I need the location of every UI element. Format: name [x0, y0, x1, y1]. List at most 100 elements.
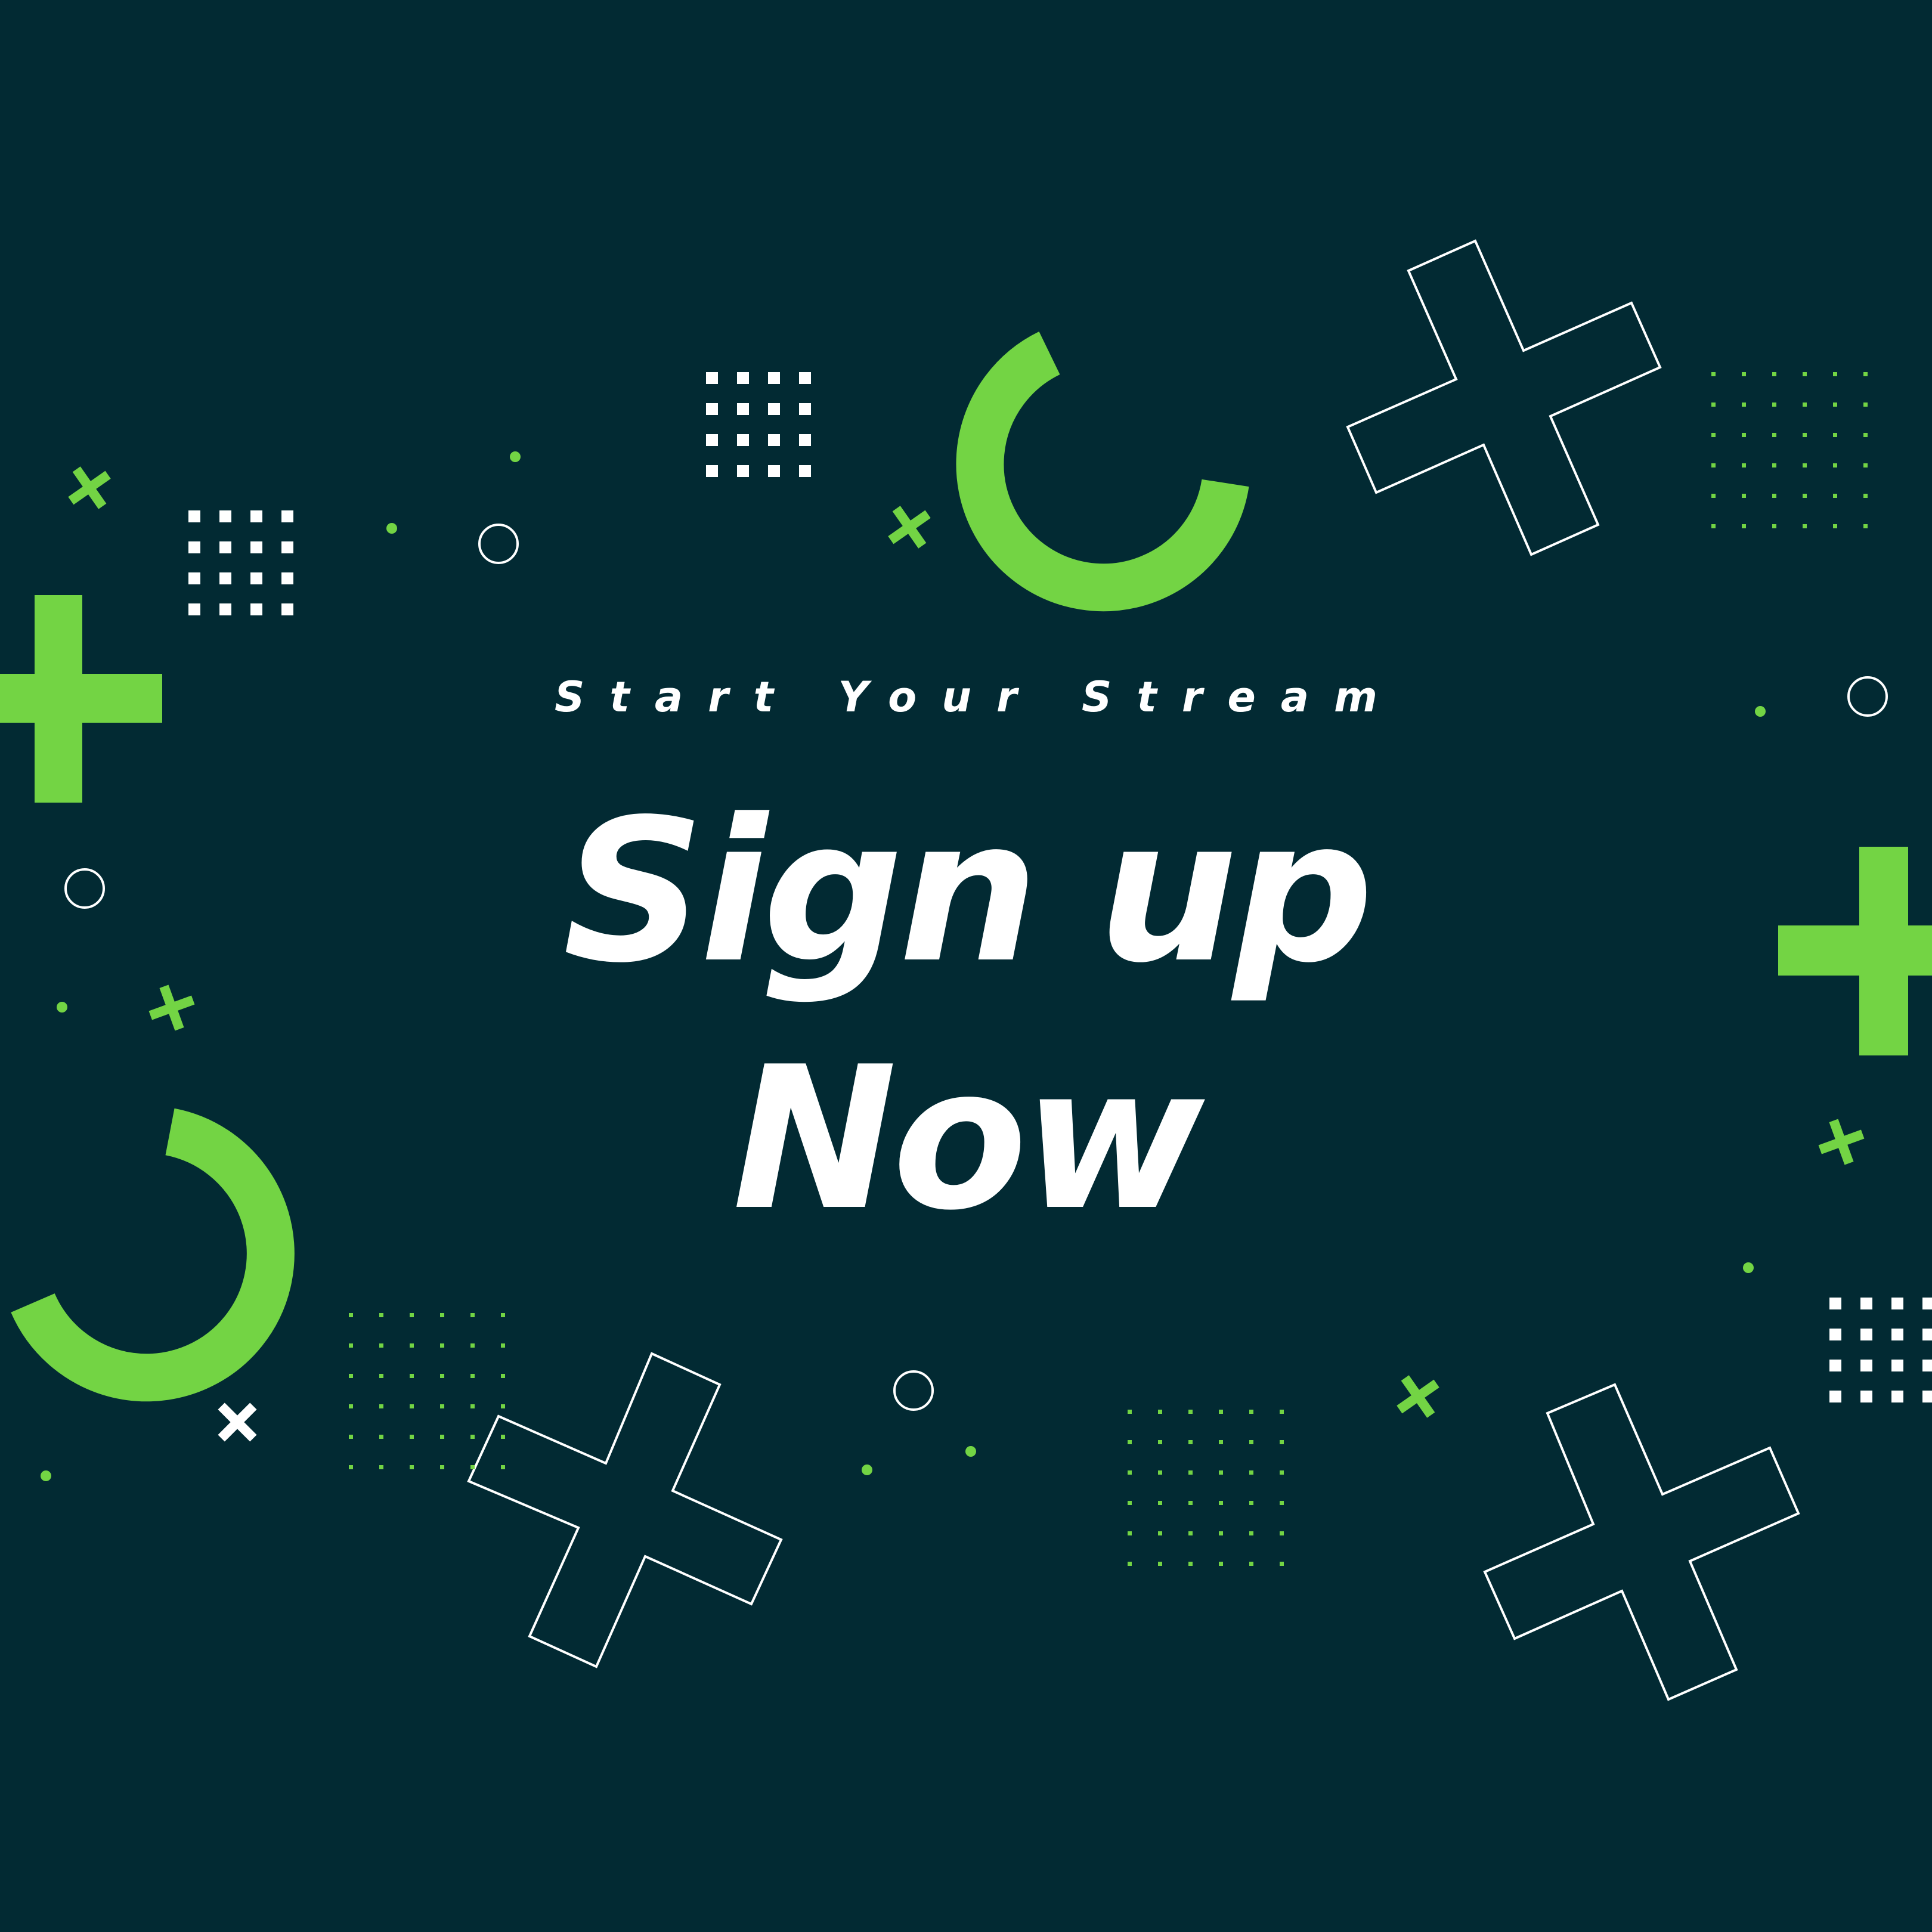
grid-dot — [1863, 463, 1868, 467]
grid-dot — [1711, 402, 1716, 407]
dot-icon — [386, 523, 397, 534]
grid-dot — [1772, 433, 1776, 437]
grid-dot — [1280, 1501, 1284, 1505]
grid-dot — [440, 1465, 444, 1469]
grid-square — [799, 434, 811, 446]
grid-dot — [1249, 1501, 1253, 1505]
grid-dot — [1803, 433, 1807, 437]
grid-dot — [410, 1374, 414, 1378]
grid-square — [706, 372, 718, 384]
grid-dot — [440, 1313, 444, 1317]
outline-cross-icon — [1346, 239, 1662, 556]
grid-dot — [1863, 494, 1868, 498]
grid-dot — [349, 1313, 353, 1317]
grid-dot — [1772, 402, 1776, 407]
grid-dot — [1280, 1470, 1284, 1475]
grid-square — [706, 465, 718, 477]
dot-grid-icon — [349, 1313, 505, 1469]
grid-dot — [470, 1374, 475, 1378]
grid-dot — [1863, 433, 1868, 437]
grid-square — [219, 541, 231, 553]
dot-icon — [1743, 1262, 1754, 1273]
grid-square — [219, 572, 231, 584]
grid-square — [1829, 1298, 1841, 1309]
x-mark-icon — [68, 466, 111, 509]
ring-icon — [893, 1370, 934, 1411]
grid-dot — [379, 1404, 383, 1408]
grid-dot — [501, 1313, 505, 1317]
grid-dot — [1742, 433, 1746, 437]
grid-dot — [1249, 1470, 1253, 1475]
grid-dot — [1742, 402, 1746, 407]
grid-dot — [1128, 1410, 1132, 1414]
grid-square — [1860, 1298, 1872, 1309]
grid-dot — [1772, 372, 1776, 376]
grid-square — [281, 572, 293, 584]
grid-square — [281, 603, 293, 615]
grid-dot — [379, 1465, 383, 1469]
grid-dot — [349, 1404, 353, 1408]
grid-square — [799, 372, 811, 384]
plus-icon — [1778, 847, 1932, 1055]
grid-dot — [1219, 1531, 1223, 1535]
grid-dot — [1158, 1531, 1162, 1535]
grid-dot — [1219, 1562, 1223, 1566]
grid-dot — [1280, 1531, 1284, 1535]
grid-dot — [1249, 1440, 1253, 1444]
grid-square — [1922, 1360, 1932, 1371]
grid-square — [250, 572, 262, 584]
grid-square — [281, 541, 293, 553]
grid-dot — [1711, 524, 1716, 528]
grid-square — [1922, 1391, 1932, 1402]
grid-square — [250, 603, 262, 615]
grid-dot — [349, 1435, 353, 1439]
grid-dot — [1188, 1501, 1193, 1505]
dot-icon — [1755, 706, 1766, 717]
grid-square — [706, 434, 718, 446]
grid-dot — [1219, 1440, 1223, 1444]
grid-dot — [1833, 494, 1837, 498]
grid-dot — [1833, 402, 1837, 407]
arc-icon — [11, 1108, 295, 1402]
grid-dot — [470, 1404, 475, 1408]
grid-square — [799, 465, 811, 477]
grid-dot — [1158, 1410, 1162, 1414]
grid-dot — [1128, 1562, 1132, 1566]
grid-square — [1891, 1360, 1903, 1371]
grid-square — [188, 510, 200, 522]
grid-dot — [440, 1404, 444, 1408]
grid-dot — [1128, 1501, 1132, 1505]
grid-dot — [1249, 1562, 1253, 1566]
ring-icon — [478, 524, 519, 564]
grid-dot — [1833, 524, 1837, 528]
grid-dot — [1188, 1562, 1193, 1566]
grid-dot — [1219, 1501, 1223, 1505]
grid-dot — [1833, 433, 1837, 437]
grid-square — [281, 510, 293, 522]
grid-dot — [1803, 372, 1807, 376]
x-mark-icon — [218, 1402, 257, 1442]
grid-dot — [410, 1313, 414, 1317]
plus-icon — [0, 595, 162, 803]
grid-dot — [440, 1343, 444, 1348]
grid-dot — [1711, 433, 1716, 437]
grid-dot — [1280, 1410, 1284, 1414]
grid-square — [1829, 1329, 1841, 1340]
dot-icon — [862, 1465, 872, 1475]
grid-dot — [1833, 372, 1837, 376]
grid-dot — [1280, 1562, 1284, 1566]
grid-dot — [440, 1374, 444, 1378]
grid-dot — [501, 1435, 505, 1439]
decorative-background — [0, 239, 1932, 1701]
grid-dot — [1128, 1440, 1132, 1444]
grid-dot — [379, 1343, 383, 1348]
grid-dot — [1803, 402, 1807, 407]
grid-square — [1891, 1298, 1903, 1309]
grid-dot — [501, 1374, 505, 1378]
grid-dot — [1742, 372, 1746, 376]
grid-dot — [349, 1374, 353, 1378]
grid-dot — [440, 1435, 444, 1439]
grid-dot — [1158, 1501, 1162, 1505]
x-mark-icon — [148, 984, 195, 1031]
grid-dot — [1158, 1440, 1162, 1444]
